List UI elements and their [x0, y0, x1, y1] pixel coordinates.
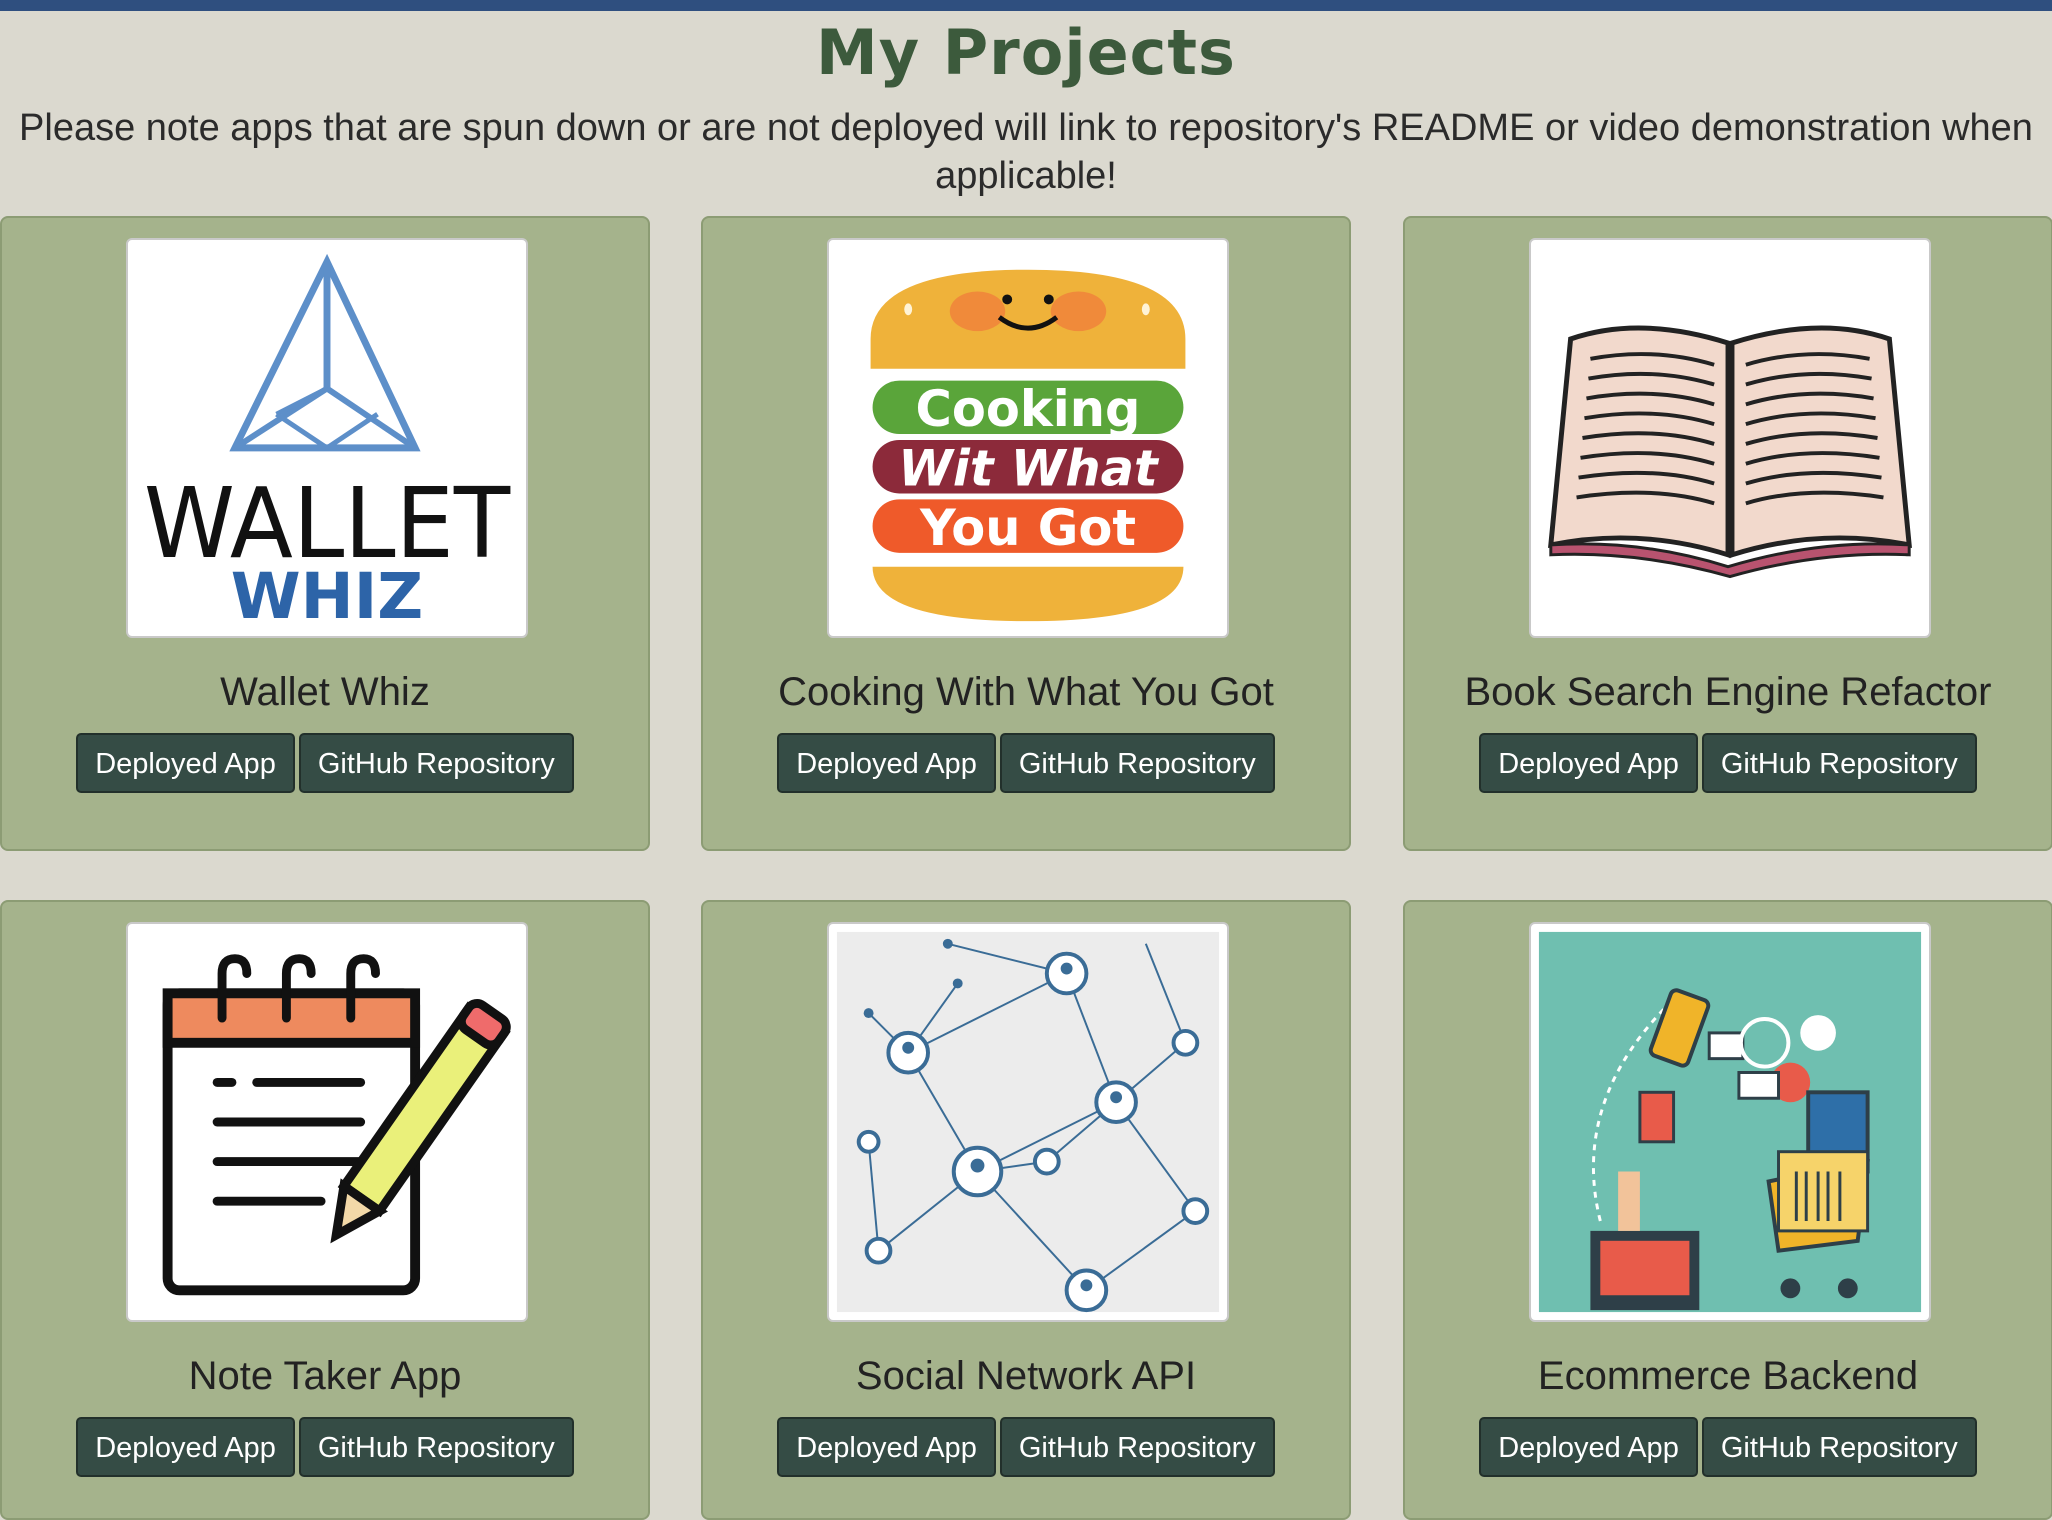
project-title: Wallet Whiz — [220, 670, 430, 714]
project-image[interactable]: Cooking Wit What You Got — [827, 238, 1229, 638]
wit-what-logo-text: Wit What — [898, 440, 1160, 498]
cooking-logo-text: Cooking — [916, 380, 1141, 438]
project-image[interactable]: WALLET WHIZ — [126, 238, 528, 638]
project-card: Note Taker App Deployed App GitHub Repos… — [0, 900, 650, 1520]
you-got-logo-text: You Got — [919, 499, 1136, 557]
project-card: WALLET WHIZ Wallet Whiz Deployed App Git… — [0, 216, 650, 851]
github-repository-button[interactable]: GitHub Repository — [298, 733, 574, 793]
project-image[interactable] — [1529, 922, 1931, 1322]
github-repository-button[interactable]: GitHub Repository — [1701, 1417, 1977, 1477]
wallet-whiz-logo: WALLET WHIZ — [144, 253, 511, 633]
deployed-app-button[interactable]: Deployed App — [777, 1417, 996, 1477]
ecommerce-illustration — [1538, 931, 1922, 1313]
notepad-pencil-icon — [162, 954, 511, 1296]
project-buttons: Deployed App GitHub Repository — [703, 733, 1349, 793]
project-buttons: Deployed App GitHub Repository — [1405, 1417, 2051, 1477]
deployed-app-button[interactable]: Deployed App — [777, 733, 996, 793]
deployed-app-button[interactable]: Deployed App — [76, 1417, 295, 1477]
project-card: Cooking Wit What You Got Cooking With Wh… — [701, 216, 1351, 851]
project-image[interactable] — [126, 922, 528, 1322]
burger-logo: Cooking Wit What You Got — [870, 269, 1186, 622]
project-image[interactable] — [1529, 238, 1931, 638]
github-repository-button[interactable]: GitHub Repository — [298, 1417, 574, 1477]
deployed-app-button[interactable]: Deployed App — [1479, 1417, 1698, 1477]
open-book-icon — [1548, 325, 1912, 579]
project-buttons: Deployed App GitHub Repository — [2, 733, 648, 793]
project-buttons: Deployed App GitHub Repository — [2, 1417, 648, 1477]
page-note: Please note apps that are spun down or a… — [19, 107, 2033, 197]
network-graph-icon — [836, 931, 1220, 1313]
project-card: Book Search Engine Refactor Deployed App… — [1403, 216, 2052, 851]
project-title: Cooking With What You Got — [778, 670, 1274, 714]
deployed-app-button[interactable]: Deployed App — [1479, 733, 1698, 793]
github-repository-button[interactable]: GitHub Repository — [1701, 733, 1977, 793]
project-card: Social Network API Deployed App GitHub R… — [701, 900, 1351, 1520]
deployed-app-button[interactable]: Deployed App — [76, 733, 295, 793]
project-image[interactable] — [827, 922, 1229, 1322]
project-buttons: Deployed App GitHub Repository — [703, 1417, 1349, 1477]
top-bar — [0, 0, 2052, 11]
github-repository-button[interactable]: GitHub Repository — [999, 733, 1275, 793]
project-title: Book Search Engine Refactor — [1464, 670, 1992, 714]
project-title: Note Taker App — [188, 1354, 462, 1398]
whiz-logo-text: WHIZ — [231, 559, 423, 633]
github-repository-button[interactable]: GitHub Repository — [999, 1417, 1275, 1477]
project-buttons: Deployed App GitHub Repository — [1405, 733, 2051, 793]
page-title: My Projects — [816, 16, 1236, 89]
project-title: Ecommerce Backend — [1537, 1354, 1919, 1398]
project-title: Social Network API — [855, 1354, 1197, 1398]
project-card: Ecommerce Backend Deployed App GitHub Re… — [1403, 900, 2052, 1520]
